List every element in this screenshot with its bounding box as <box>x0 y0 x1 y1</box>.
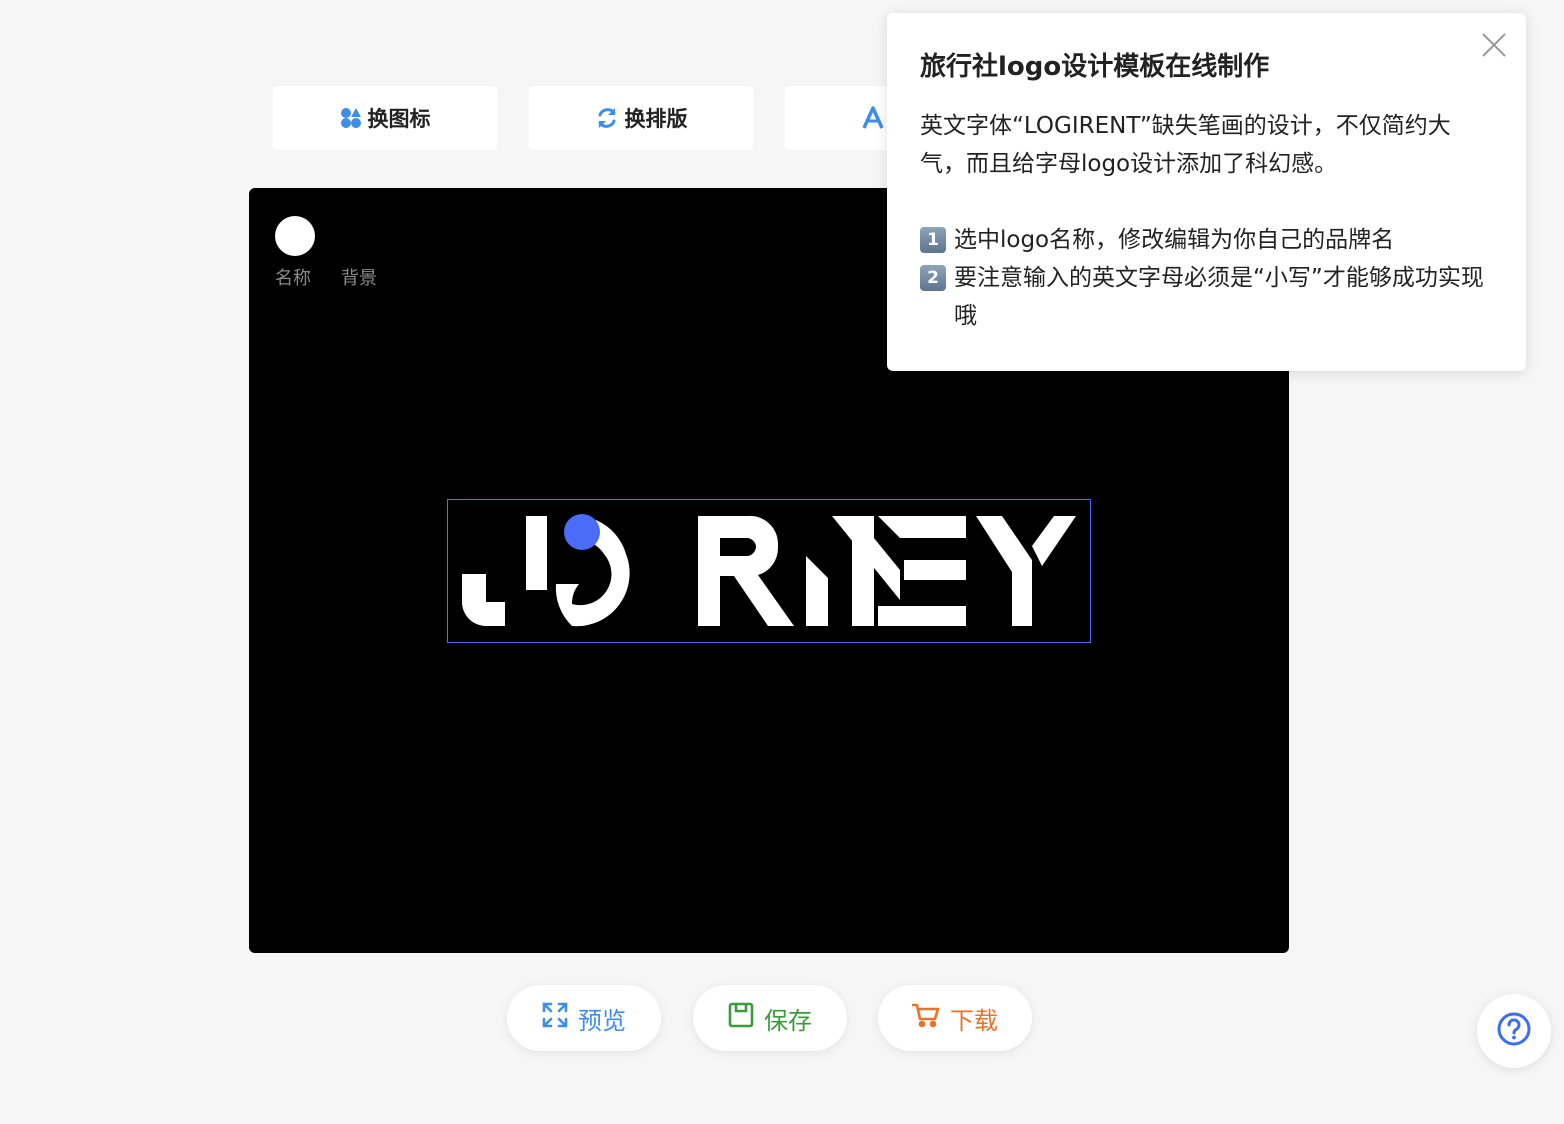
change-icon-button[interactable]: 换图标 <box>273 86 497 150</box>
download-button[interactable]: 下载 <box>878 985 1032 1051</box>
logo-editor-page: 换图标 换排版 换字 名称 背景 <box>0 0 1564 1124</box>
save-icon <box>728 1002 754 1034</box>
logo-accent-dot <box>564 514 600 550</box>
name-color-label[interactable]: 名称 <box>275 264 311 290</box>
step-text: 要注意输入的英文字母必须是“小写”才能够成功实现哦 <box>954 265 1484 329</box>
save-button[interactable]: 保存 <box>693 985 847 1051</box>
logo-letter-y <box>976 516 1032 626</box>
preview-button[interactable]: 预览 <box>507 985 661 1051</box>
icons-grid-icon <box>340 107 362 129</box>
question-icon <box>1497 1012 1531 1050</box>
logo-letter-r <box>698 516 720 626</box>
name-color-swatch[interactable] <box>275 216 315 256</box>
save-label: 保存 <box>764 1006 812 1035</box>
logo-letter-j-stem <box>526 516 547 590</box>
refresh-icon <box>595 106 619 130</box>
popover-step-2: 2 要注意输入的英文字母必须是“小写”才能够成功实现哦 <box>920 259 1494 335</box>
logo-text-selection[interactable] <box>447 499 1091 643</box>
step-number-badge: 1 <box>920 227 946 253</box>
logo-letter-n <box>806 556 828 626</box>
background-color-label[interactable]: 背景 <box>341 264 377 290</box>
popover-description: 英文字体“LOGIRENT”缺失笔画的设计，不仅简约大气，而且给字母logo设计… <box>920 113 1451 177</box>
change-layout-button[interactable]: 换排版 <box>529 86 753 150</box>
close-icon[interactable] <box>1480 31 1508 59</box>
logo-letter-e <box>878 516 966 538</box>
help-button[interactable] <box>1477 994 1551 1068</box>
step-text: 选中logo名称，修改编辑为你自己的品牌名 <box>954 227 1395 253</box>
popover-step-1: 1 选中logo名称，修改编辑为你自己的品牌名 <box>920 221 1494 259</box>
logo-letter-j <box>462 574 505 626</box>
popover-steps: 1 选中logo名称，修改编辑为你自己的品牌名 2 要注意输入的英文字母必须是“… <box>920 221 1494 335</box>
change-icon-label: 换图标 <box>367 107 431 131</box>
expand-icon <box>542 1002 568 1034</box>
font-a-icon <box>862 106 884 130</box>
step-number-badge: 2 <box>920 265 946 291</box>
logo-wordmark <box>462 514 1076 627</box>
download-label: 下载 <box>950 1006 998 1035</box>
popover-title: 旅行社logo设计模板在线制作 <box>920 52 1270 82</box>
template-info-popover: 旅行社logo设计模板在线制作 英文字体“LOGIRENT”缺失笔画的设计，不仅… <box>887 13 1526 371</box>
logo-letter-o <box>572 554 630 627</box>
cart-icon <box>911 1002 940 1034</box>
preview-label: 预览 <box>578 1006 626 1035</box>
change-layout-label: 换排版 <box>624 107 688 131</box>
